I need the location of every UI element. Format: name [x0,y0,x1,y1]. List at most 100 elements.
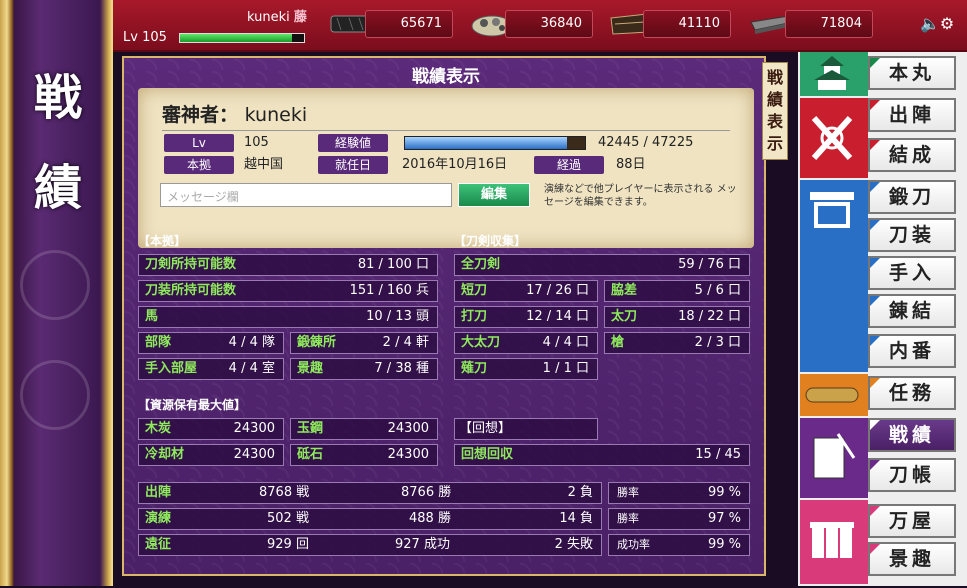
side-title-scroll: 戦績表示 [762,62,788,160]
base-pair-key: 景趣 [297,361,324,376]
nav-label: 景趣 [888,548,935,570]
resource-max-value: 24300 [387,421,429,436]
volume-settings-icon[interactable]: 🔈⚙ [920,14,954,33]
exp-label: 経験値 [318,134,388,152]
collection-value: 18 / 22 口 [678,309,741,324]
battle-losses: 2 失敗 [554,537,593,552]
nav-group-shop [800,500,868,584]
level-progress-bar [179,33,305,43]
base-row: 刀装所持可能数 151 / 160 兵 [138,280,438,302]
battle-wins: 927 成功 [395,537,450,552]
nav-sortie-button[interactable]: 出陣 [868,98,956,132]
collection-value: 1 / 1 口 [542,361,589,376]
saniwa-line: 審神者： kuneki [162,100,307,127]
collection-row: 脇差 5 / 6 口 [604,280,750,302]
edit-button[interactable]: 編集 [458,183,530,207]
base-pair-key: 手入部屋 [145,361,198,376]
base-pair-value: 4 / 4 隊 [228,335,275,350]
base-section-header: 【本拠】 [138,234,187,248]
resource-max-value: 24300 [233,421,275,436]
resource-charcoal: 65671 [365,10,453,38]
battle-key: 出陣 [145,485,172,500]
nav-scenery-button[interactable]: 景趣 [868,542,956,576]
nav-label: 戦績 [888,424,935,446]
base-row-key: 刀剣所持可能数 [145,257,237,272]
collection-row: 薙刀 1 / 1 口 [454,358,598,380]
nav-catalog-button[interactable]: 刀帳 [868,458,956,492]
nav-label: 出陣 [888,104,935,126]
saniwa-label: 審神者： [162,104,239,126]
nav-forge-button[interactable]: 鍛刀 [868,180,956,214]
resource-steel: 36840 [505,10,593,38]
collection-all-row: 全刀剣 59 / 76 口 [454,254,750,276]
nav-record-button[interactable]: 戦績 [868,418,956,452]
battle-count: 8768 戦 [259,485,310,500]
right-navigation: 本丸 出陣 結成 鍛刀 刀装 手入 錬結 内番 任務 戦績 刀帳 万屋 景趣 [798,52,967,586]
nav-duty-button[interactable]: 内番 [868,334,956,368]
collection-row: 打刀 12 / 14 口 [454,306,598,328]
base-pair-value: 7 / 38 種 [374,361,429,376]
profile-card: 審神者： kuneki Lv 105 経験値 42445 / 47225 本拠 … [138,88,754,248]
sidebar-char-1: 戦 [33,70,82,126]
nav-formation-button[interactable]: 結成 [868,138,956,172]
nav-shop-button[interactable]: 万屋 [868,504,956,538]
panel-title: 戦績表示 [412,67,480,87]
base-row: 馬 10 / 13 頭 [138,306,438,328]
base-pair-row: 部隊 4 / 4 隊 [138,332,284,354]
battle-rate-label: 勝率 [617,512,639,525]
username: kuneki [247,10,290,25]
base-pair-key: 部隊 [145,335,172,350]
resource-max-key: 玉鋼 [297,421,324,436]
collection-value: 5 / 6 口 [694,283,741,298]
nav-group-mission [800,374,868,416]
battle-count: 502 戦 [267,511,309,526]
nav-honmaru-button[interactable]: 本丸 [868,56,956,90]
battle-rate-value: 99 % [707,485,741,500]
start-date-label: 就任日 [318,156,388,174]
base-pair-key: 鍛錬所 [297,335,337,350]
nav-fusion-button[interactable]: 錬結 [868,294,956,328]
nav-label: 錬結 [888,300,935,322]
base-row-value: 151 / 160 兵 [349,283,429,298]
nav-group-forge [800,180,868,372]
nav-mission-button[interactable]: 任務 [868,376,956,410]
top-bar: kuneki 藤 Lv 105 65671 36840 41110 71804 … [113,0,967,52]
battle-rate-value: 97 % [707,511,741,526]
nav-label: 任務 [888,382,935,404]
collection-key: 打刀 [461,309,488,324]
collection-value: 17 / 26 口 [526,283,589,298]
battle-row: 出陣 8768 戦 8766 勝 2 負 [138,482,602,504]
lv-value: 105 [244,135,269,150]
battle-wins: 8766 勝 [401,485,452,500]
battle-losses: 14 負 [559,511,593,526]
collection-value: 12 / 14 口 [526,309,589,324]
battle-rate-row: 勝率 99 % [608,482,750,504]
battle-rate-value: 99 % [707,537,741,552]
recall-header: 【回想】 [454,418,598,440]
level-display: Lv 105 [123,30,167,45]
message-input[interactable]: メッセージ欄 [160,183,452,207]
nav-equip-button[interactable]: 刀装 [868,218,956,252]
recall-value: 15 / 45 [695,447,741,462]
resource-max-key: 冷却材 [145,447,185,462]
nav-label: 刀装 [888,224,935,246]
swirl-decoration [20,360,90,430]
collection-key: 全刀剣 [461,257,501,272]
collection-key: 脇差 [611,283,638,298]
battle-wins: 488 勝 [409,511,451,526]
base-pair-row: 景趣 7 / 38 種 [290,358,438,380]
battle-rate-label: 勝率 [617,486,639,499]
battle-count: 929 回 [267,537,309,552]
username-display: kuneki 藤 [247,6,307,25]
nav-repair-button[interactable]: 手入 [868,256,956,290]
nav-label: 万屋 [888,510,935,532]
base-pair-row: 鍛錬所 2 / 4 軒 [290,332,438,354]
level-label: Lv [123,30,138,45]
level-progress-fill [180,34,292,42]
collection-key: 槍 [611,335,625,350]
recall-row: 回想回収 15 / 45 [454,444,750,466]
collection-value: 2 / 3 口 [694,335,741,350]
record-book-icon [813,433,856,479]
collection-key: 薙刀 [461,361,488,376]
battle-key: 遠征 [145,537,172,552]
